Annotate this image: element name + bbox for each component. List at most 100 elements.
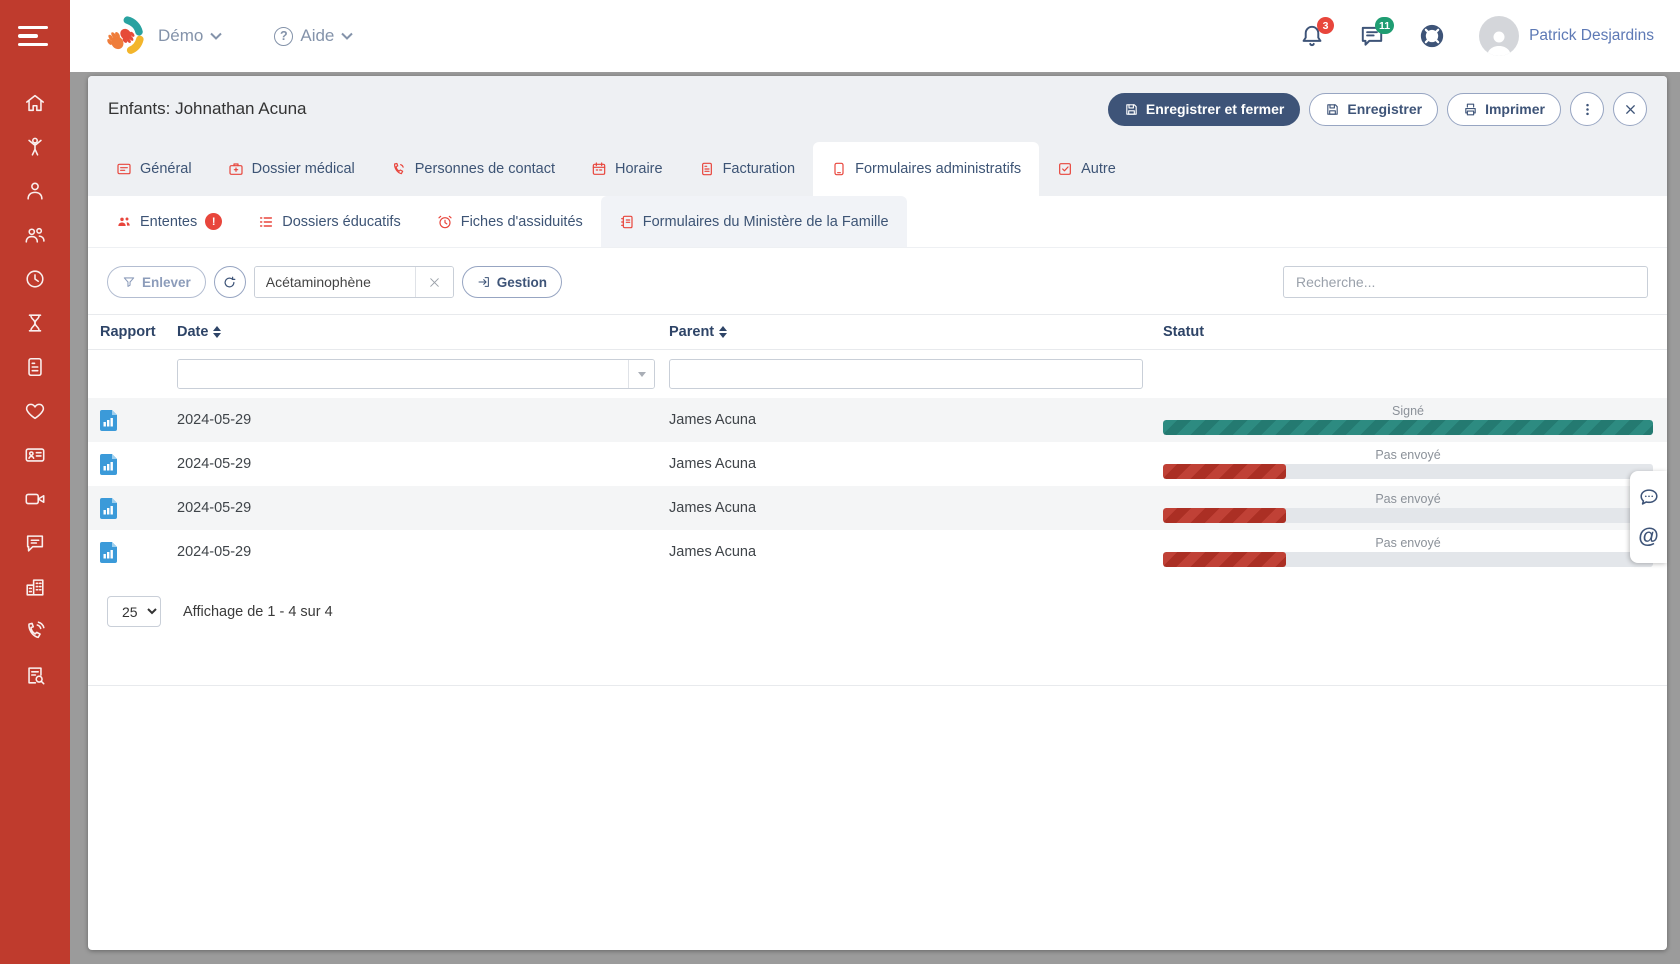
status-progress-bar — [1163, 552, 1653, 567]
sidebar-item-health[interactable] — [22, 400, 48, 422]
workspace-label: Démo — [158, 26, 203, 46]
notifications-count-badge: 3 — [1317, 17, 1334, 34]
clipboard-icon — [831, 161, 847, 177]
subtab-dossiers-educatifs[interactable]: Dossiers éducatifs — [240, 196, 418, 247]
child-record-window: Enfants: Johnathan Acuna Enregistrer et … — [88, 76, 1667, 950]
heart-icon — [24, 400, 46, 422]
cell-status: Pas envoyé — [1153, 493, 1667, 524]
save-icon — [1124, 102, 1139, 117]
sidebar-item-contacts[interactable] — [22, 444, 48, 466]
alarm-clock-icon — [437, 214, 453, 230]
parent-filter-input[interactable] — [669, 359, 1143, 389]
filter-value-input[interactable] — [255, 267, 415, 297]
cell-status: Signé — [1153, 405, 1667, 436]
save-button[interactable]: Enregistrer — [1309, 93, 1438, 126]
sidebar-item-cameras[interactable] — [22, 488, 48, 510]
manage-button[interactable]: Gestion — [462, 266, 562, 298]
sidebar-item-organization[interactable] — [22, 576, 48, 598]
tab-horaire[interactable]: Horaire — [573, 142, 681, 196]
column-header-statut: Statut — [1153, 324, 1667, 340]
date-filter-dropdown-button[interactable] — [628, 360, 654, 388]
tab-autre[interactable]: Autre — [1039, 142, 1134, 196]
pagination-summary: Affichage de 1 - 4 sur 4 — [183, 604, 333, 620]
subtab-ententes[interactable]: Ententes ! — [98, 196, 240, 247]
support-button[interactable] — [1419, 23, 1445, 49]
help-menu[interactable]: ? Aide — [274, 26, 353, 46]
first-aid-kit-icon — [228, 161, 244, 177]
invoice-icon — [699, 161, 715, 177]
cell-parent: James Acuna — [665, 412, 1153, 428]
tab-dossier-medical[interactable]: Dossier médical — [210, 142, 373, 196]
messages-button[interactable]: 11 — [1359, 23, 1385, 49]
table-row[interactable]: 2024-05-29 James Acuna Pas envoyé — [88, 530, 1667, 574]
subtab-formulaires-ministere[interactable]: Formulaires du Ministère de la Famille — [601, 196, 907, 247]
table-row[interactable]: 2024-05-29 James Acuna Pas envoyé — [88, 486, 1667, 530]
invoice-icon — [24, 356, 46, 378]
report-file-icon[interactable] — [100, 410, 117, 431]
print-button[interactable]: Imprimer — [1447, 93, 1561, 126]
date-filter-input[interactable] — [178, 360, 628, 388]
report-file-icon[interactable] — [100, 454, 117, 475]
sign-in-icon — [477, 275, 491, 289]
feedback-chat-button[interactable] — [1630, 477, 1667, 517]
report-file-icon[interactable] — [100, 542, 117, 563]
user-menu[interactable]: Patrick Desjardins — [1479, 16, 1654, 56]
app-logo[interactable] — [104, 16, 144, 56]
menu-toggle-button[interactable] — [0, 0, 70, 72]
workspace-menu[interactable]: Démo — [158, 26, 222, 46]
notifications-button[interactable]: 3 — [1299, 23, 1325, 49]
status-progress-bar — [1163, 508, 1653, 523]
refresh-button[interactable] — [214, 266, 246, 298]
more-options-button[interactable] — [1570, 92, 1604, 126]
page-title: Enfants: Johnathan Acuna — [108, 99, 307, 119]
sidebar-item-messages[interactable] — [22, 532, 48, 554]
adult-icon — [24, 180, 46, 202]
cell-date: 2024-05-29 — [173, 500, 665, 516]
cell-status: Pas envoyé — [1153, 449, 1667, 480]
sidebar-item-children[interactable] — [22, 136, 48, 158]
sidebar-item-home[interactable] — [22, 92, 48, 114]
sidebar — [0, 0, 70, 964]
phone-volume-icon — [391, 161, 407, 177]
email-button[interactable]: @ — [1630, 517, 1667, 557]
clock-icon — [24, 268, 46, 290]
messages-count-badge: 11 — [1375, 17, 1394, 34]
calendar-icon — [591, 161, 607, 177]
column-header-date[interactable]: Date — [173, 324, 665, 340]
sidebar-item-reports[interactable] — [22, 664, 48, 686]
id-card-icon — [24, 444, 46, 466]
save-icon — [1325, 102, 1340, 117]
lifebuoy-icon — [1419, 23, 1445, 49]
tab-personnes-de-contact[interactable]: Personnes de contact — [373, 142, 573, 196]
sidebar-item-groups[interactable] — [22, 224, 48, 246]
column-header-rapport: Rapport — [88, 324, 173, 340]
clear-filter-button[interactable] — [415, 267, 453, 297]
page-size-select[interactable]: 25 — [107, 596, 161, 627]
search-input[interactable] — [1283, 266, 1648, 298]
sub-tabs: Ententes ! Dossiers éducatifs Fiches d'a… — [88, 196, 1667, 248]
close-button[interactable] — [1613, 92, 1647, 126]
cell-date: 2024-05-29 — [173, 412, 665, 428]
subtab-fiches-assiduites[interactable]: Fiches d'assiduités — [419, 196, 601, 247]
table-row[interactable]: 2024-05-29 James Acuna Signé — [88, 398, 1667, 442]
report-search-icon — [24, 664, 46, 686]
checkbox-check-icon — [1057, 161, 1073, 177]
report-file-icon[interactable] — [100, 498, 117, 519]
tab-general[interactable]: Général — [98, 142, 210, 196]
status-label: Pas envoyé — [1163, 449, 1653, 462]
tab-facturation[interactable]: Facturation — [681, 142, 814, 196]
remove-filter-button[interactable]: Enlever — [107, 266, 206, 298]
hourglass-icon — [24, 312, 46, 334]
grid-toolbar: Enlever Gestion — [88, 248, 1667, 312]
sidebar-item-waitlist[interactable] — [22, 312, 48, 334]
tab-formulaires-administratifs[interactable]: Formulaires administratifs — [813, 142, 1039, 196]
sidebar-item-calls[interactable] — [22, 620, 48, 642]
save-and-close-button[interactable]: Enregistrer et fermer — [1108, 93, 1301, 126]
sidebar-item-billing[interactable] — [22, 356, 48, 378]
sidebar-item-schedule[interactable] — [22, 268, 48, 290]
sort-icon — [719, 326, 727, 338]
column-header-parent[interactable]: Parent — [665, 324, 1153, 340]
table-row[interactable]: 2024-05-29 James Acuna Pas envoyé — [88, 442, 1667, 486]
cell-date: 2024-05-29 — [173, 544, 665, 560]
sidebar-item-adults[interactable] — [22, 180, 48, 202]
